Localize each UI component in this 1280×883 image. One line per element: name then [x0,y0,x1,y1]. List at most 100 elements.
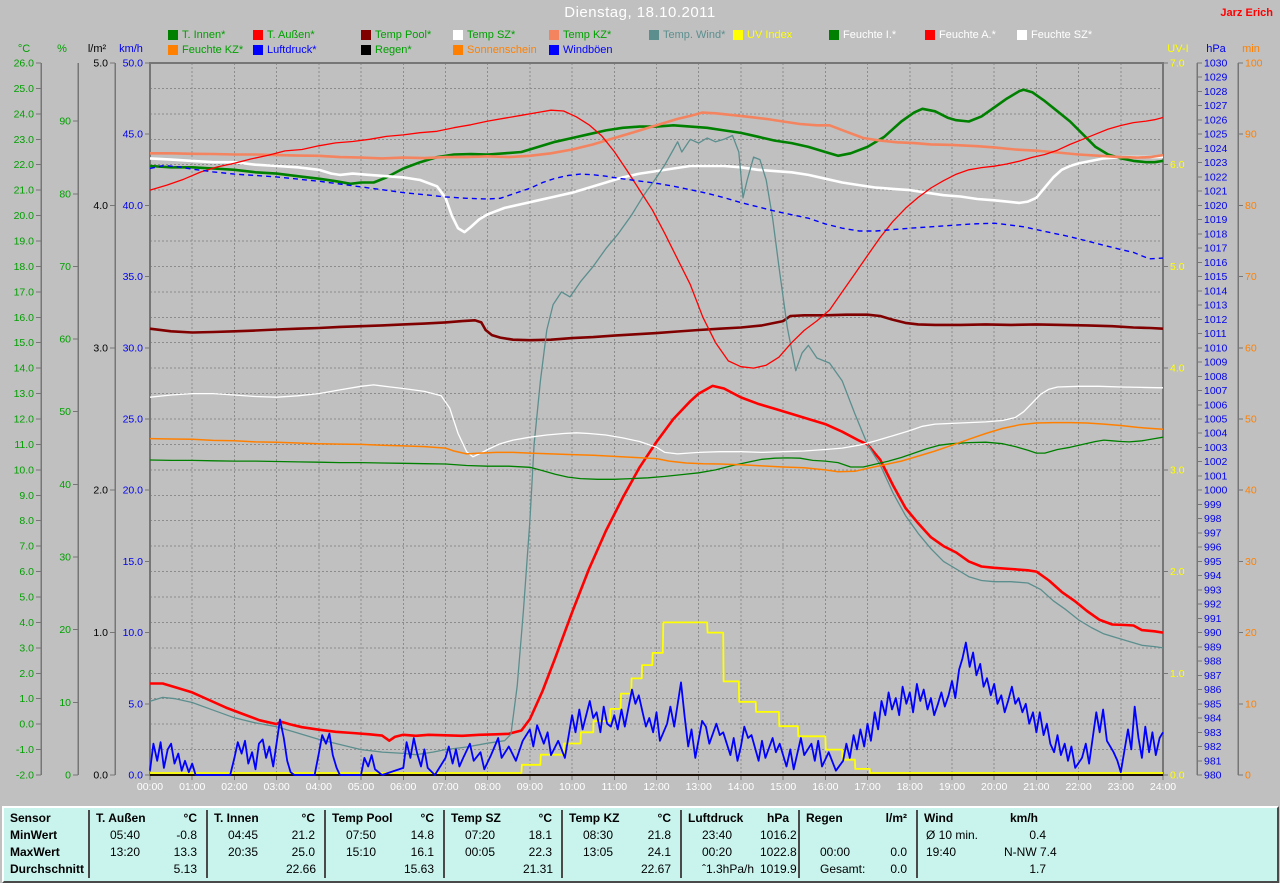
table-cell: 13:05 24.1 [561,844,680,861]
svg-text:17:00: 17:00 [854,781,880,793]
summary-table: Sensor T. Außen °C T. Innen °C Temp Pool °C Tem… [2,806,1279,883]
svg-text:1.0: 1.0 [19,693,34,705]
svg-text:22.0: 22.0 [14,159,35,171]
svg-text:1012: 1012 [1204,314,1228,326]
cell-time [208,861,286,878]
svg-text:03:00: 03:00 [263,781,289,793]
svg-text:0.0: 0.0 [93,770,108,782]
table-cell [798,827,916,844]
cell-value: l/m² [885,811,907,825]
svg-text:1000: 1000 [1204,485,1228,497]
legend-item-temp-pool-: Temp Pool* [361,29,431,41]
svg-text:45.0: 45.0 [123,129,144,141]
svg-text:30: 30 [59,552,71,564]
cell-value: 21.31 [523,862,554,876]
axis-hpa: hPa 1030 1029 1028 1027 1026 1025 1024 1023 1022 1… [1196,43,1228,782]
cell-time: 08:30 [583,828,614,842]
cell-value: 24.1 [647,845,671,859]
legend-label: UV Index [747,28,793,41]
svg-text:1006: 1006 [1204,399,1228,411]
table-cell: Temp SZ °C [443,810,561,827]
legend-item-t-au-en-: T. Außen* [253,29,315,41]
svg-text:9.0: 9.0 [19,490,34,502]
x-axis-labels: 00:00 01:00 02:00 03:00 04:00 05:00 06:00 07:00… [137,775,1176,793]
table-cell: Gesamt: 0.0 [798,861,916,878]
svg-text:987: 987 [1204,670,1222,682]
cell-time: 00:20 [702,845,733,859]
svg-text:7.0: 7.0 [1170,58,1185,70]
svg-text:70: 70 [59,261,71,273]
svg-text:994: 994 [1204,570,1222,582]
legend-item-regen-: Regen* [361,44,412,56]
svg-text:989: 989 [1204,641,1222,653]
cell-time: 05:40 [110,828,141,842]
legend-swatch-icon [649,29,659,40]
svg-text:30.0: 30.0 [123,342,144,354]
svg-text:4.0: 4.0 [93,200,108,212]
svg-text:40: 40 [1245,485,1257,497]
svg-text:1021: 1021 [1204,186,1228,198]
cell-time: 13:05 [583,845,614,859]
table-cell: Temp Pool °C [324,810,443,827]
legend-item-sonnenschein: Sonnenschein [453,44,537,56]
legend-item-temp-kz-: Temp KZ* [549,28,612,41]
legend-swatch-icon [453,44,463,55]
svg-text:10: 10 [59,697,71,709]
svg-text:24.0: 24.0 [14,108,35,120]
cell-value: N-NW 7.4 [1004,845,1057,859]
cell-value: 15.63 [404,862,435,876]
svg-text:90: 90 [1245,129,1257,141]
svg-text:15.0: 15.0 [123,556,144,568]
svg-text:70: 70 [1245,271,1257,283]
svg-text:16:00: 16:00 [812,781,838,793]
svg-text:3.0: 3.0 [19,642,34,654]
svg-text:986: 986 [1204,684,1222,696]
chart-canvas: °C 26.0 25.0 24.0 23.0 22.0 21.0 20.0 19.0 18.0 17… [14,43,1263,793]
cell-time: Gesamt: [820,862,866,876]
cell-time: 00:00 [820,845,851,859]
svg-text:50: 50 [59,406,71,418]
cell-time: 20:35 [228,845,259,859]
svg-text:100: 100 [1245,58,1263,70]
legend-swatch-icon [549,44,559,55]
cell-time [90,861,168,878]
table-cell: 22.67 [561,861,680,878]
axis-min: min1009080706050403020100 [1237,43,1263,782]
cell-value: 0.0 [890,862,907,876]
legend-item-luftdruck-: Luftdruck* [253,44,317,56]
svg-text:1008: 1008 [1204,371,1228,383]
svg-text:13:00: 13:00 [686,781,712,793]
table-cell: 05:40 -0.8 [88,827,206,844]
svg-text:5.0: 5.0 [1170,261,1185,273]
legend-label: Feuchte I.* [843,28,897,41]
cell-value: °C [183,811,197,825]
cell-time: 07:50 [346,828,377,842]
svg-text:1026: 1026 [1204,114,1228,126]
cell-value: °C [301,811,315,825]
legend-item-feuchte-i-: Feuchte I.* [829,28,897,41]
svg-text:14.0: 14.0 [14,363,35,375]
table-cell: 00:00 0.0 [798,844,916,861]
svg-text:23:00: 23:00 [1108,781,1134,793]
cell-value: 21.2 [291,828,315,842]
legend-label: Temp. Wind* [663,28,726,41]
svg-text:1007: 1007 [1204,385,1228,397]
svg-text:25.0: 25.0 [14,83,35,95]
svg-text:60: 60 [1245,342,1257,354]
svg-text:60: 60 [59,334,71,346]
legend-swatch-icon [733,29,743,40]
legend-label: Feuchte SZ* [1031,28,1093,41]
cell-value: 1019.9 [760,862,797,876]
svg-text:02:00: 02:00 [221,781,247,793]
svg-text:2.0: 2.0 [93,485,108,497]
svg-text:0: 0 [1245,770,1251,782]
svg-text:993: 993 [1204,584,1222,596]
svg-text:2.0: 2.0 [19,668,34,680]
svg-text:30: 30 [1245,556,1257,568]
svg-text:3.0: 3.0 [93,342,108,354]
svg-text:8.0: 8.0 [19,515,34,527]
svg-text:1019: 1019 [1204,214,1228,226]
cell-value: 21.8 [647,828,671,842]
legend-label: Temp KZ* [563,28,612,41]
svg-text:1020: 1020 [1204,200,1228,212]
